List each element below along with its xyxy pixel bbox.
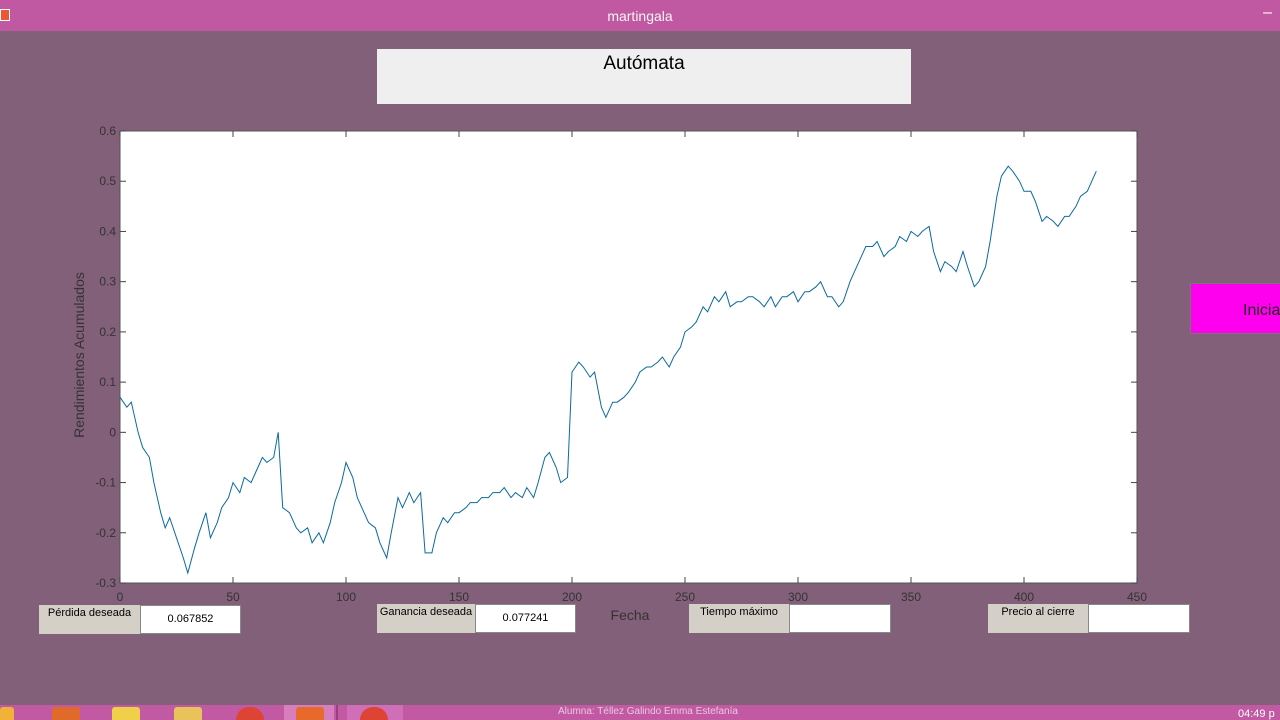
x-tick-label: 450 xyxy=(1127,590,1147,604)
title-bar: martingala – xyxy=(0,0,1280,31)
plot-area xyxy=(119,130,1138,584)
x-axis-label: Fecha xyxy=(611,607,650,623)
close-price-label: Precio al cierre xyxy=(988,604,1088,633)
x-tick-label: 0 xyxy=(117,590,124,604)
loss-label: Pérdida deseada xyxy=(39,605,140,634)
y-tick-label: 0.1 xyxy=(99,375,116,389)
y-tick-label: -0.2 xyxy=(95,526,116,540)
loss-input[interactable]: 0.067852 xyxy=(140,605,241,634)
y-tick-label: 0 xyxy=(109,425,116,439)
window-title: martingala xyxy=(607,8,673,24)
y-tick-label: 0.3 xyxy=(99,275,116,289)
clock: 04:49 p xyxy=(1238,708,1275,720)
store-icon[interactable] xyxy=(52,707,80,720)
x-tick-label: 300 xyxy=(788,590,808,604)
x-tick-label: 350 xyxy=(901,590,921,604)
x-tick-label: 400 xyxy=(1014,590,1034,604)
folder-icon[interactable] xyxy=(174,707,202,720)
start-orb-icon[interactable] xyxy=(0,707,14,720)
y-tick-label: -0.3 xyxy=(95,576,116,590)
series-line xyxy=(119,165,1097,575)
taskbar-separator xyxy=(336,705,338,720)
header-panel: Autómata xyxy=(377,49,911,104)
y-axis-label: Rendimientos Acumulados xyxy=(71,272,87,438)
gain-input[interactable]: 0.077241 xyxy=(475,604,576,633)
x-tick-label: 50 xyxy=(226,590,240,604)
paint-icon[interactable] xyxy=(112,707,140,720)
max-time-input[interactable] xyxy=(789,604,891,633)
axis-ticks: 0 50 100 150 200 250 300 350 400 450 -0.3 -0.2 -0.1 0… xyxy=(95,124,1147,604)
y-tick-label: -0.1 xyxy=(95,476,116,490)
start-button[interactable]: Inicia xyxy=(1190,283,1280,334)
student-name-text: Alumna: Téllez Galindo Emma Estefanía xyxy=(558,706,738,717)
chrome-icon[interactable] xyxy=(236,707,264,720)
taskbar: Alumna: Téllez Galindo Emma Estefanía 04… xyxy=(0,705,1280,720)
x-tick-label: 150 xyxy=(449,590,469,604)
gain-label: Ganancia deseada xyxy=(377,604,475,633)
matlab-icon[interactable] xyxy=(296,707,324,720)
x-tick-label: 100 xyxy=(336,590,356,604)
minimize-button[interactable]: – xyxy=(1263,4,1272,22)
y-tick-label: 0.2 xyxy=(99,325,116,339)
close-price-input[interactable] xyxy=(1088,604,1190,633)
y-tick-label: 0.4 xyxy=(99,224,116,238)
page-title: Autómata xyxy=(603,53,685,74)
y-tick-label: 0.5 xyxy=(99,174,116,188)
max-time-label: Tiempo máximo xyxy=(689,604,789,633)
x-tick-label: 200 xyxy=(562,590,582,604)
y-tick-label: 0.6 xyxy=(99,124,116,138)
x-tick-label: 250 xyxy=(675,590,695,604)
